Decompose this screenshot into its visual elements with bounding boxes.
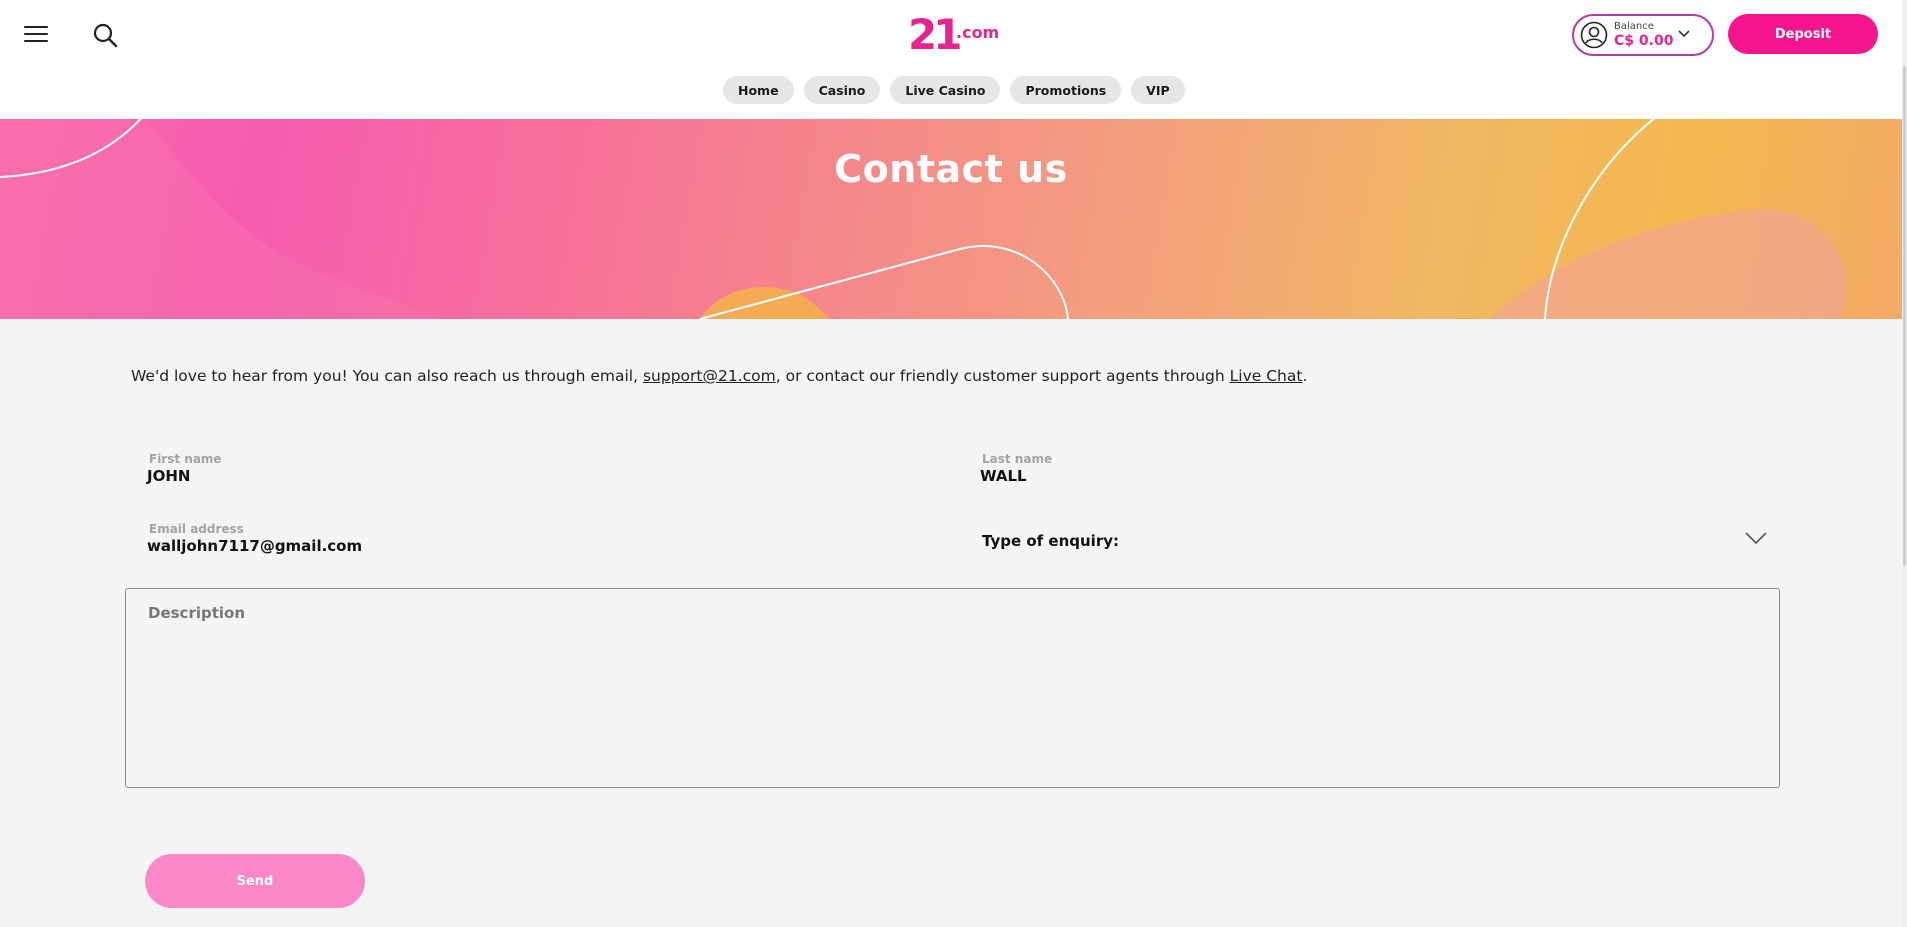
send-button[interactable]: Send <box>145 854 365 908</box>
intro-text-middle: , or contact our friendly customer suppo… <box>775 367 1230 385</box>
nav-promotions[interactable]: Promotions <box>1010 76 1122 104</box>
hamburger-icon[interactable] <box>24 24 50 44</box>
main-nav: Home Casino Live Casino Promotions VIP <box>723 76 1185 104</box>
intro-text: We'd love to hear from you! You can also… <box>131 367 1307 385</box>
chevron-down-icon <box>1678 30 1690 38</box>
balance-value: C$ 0.00 <box>1614 33 1674 49</box>
last-name-label: Last name <box>982 452 1053 466</box>
page-title: Contact us <box>834 147 1068 191</box>
nav-home[interactable]: Home <box>723 76 794 104</box>
enquiry-type-label: Type of enquiry: <box>982 532 1119 550</box>
intro-text-after: . <box>1302 367 1308 385</box>
enquiry-type-select[interactable]: Type of enquiry: <box>982 526 1768 554</box>
description-textarea[interactable]: Description <box>125 588 1780 788</box>
last-name-field[interactable]: Last name WALL <box>980 452 1770 488</box>
description-label: Description <box>148 604 246 622</box>
balance-button[interactable]: Balance C$ 0.00 <box>1572 14 1714 56</box>
chevron-down-icon <box>1745 532 1767 545</box>
hero-banner: Contact us <box>0 119 1902 319</box>
email-field[interactable]: Email address walljohn7117@gmail.com <box>147 522 927 558</box>
intro-text-before: We'd love to hear from you! You can also… <box>131 367 643 385</box>
last-name-value: WALL <box>980 467 1027 485</box>
first-name-label: First name <box>149 452 222 466</box>
nav-vip[interactable]: VIP <box>1131 76 1185 104</box>
site-logo[interactable]: 21 .com <box>908 12 1000 58</box>
email-label: Email address <box>149 522 244 536</box>
user-icon <box>1580 21 1608 49</box>
first-name-value: JOHN <box>147 467 191 485</box>
site-header: 21 .com Balance C$ 0.00 Deposit Home Cas… <box>0 0 1907 119</box>
logo-number: 21 <box>908 10 962 59</box>
deposit-button[interactable]: Deposit <box>1728 14 1878 54</box>
first-name-field[interactable]: First name JOHN <box>147 452 927 488</box>
balance-label: Balance <box>1614 21 1654 32</box>
scrollbar-thumb[interactable] <box>1903 66 1906 566</box>
nav-live-casino[interactable]: Live Casino <box>890 76 1001 104</box>
live-chat-link[interactable]: Live Chat <box>1230 367 1303 385</box>
support-email-link[interactable]: support@21.com <box>643 367 776 385</box>
nav-casino[interactable]: Casino <box>803 76 881 104</box>
logo-suffix: .com <box>956 23 1000 42</box>
search-icon[interactable] <box>92 22 118 48</box>
email-value: walljohn7117@gmail.com <box>147 537 363 555</box>
